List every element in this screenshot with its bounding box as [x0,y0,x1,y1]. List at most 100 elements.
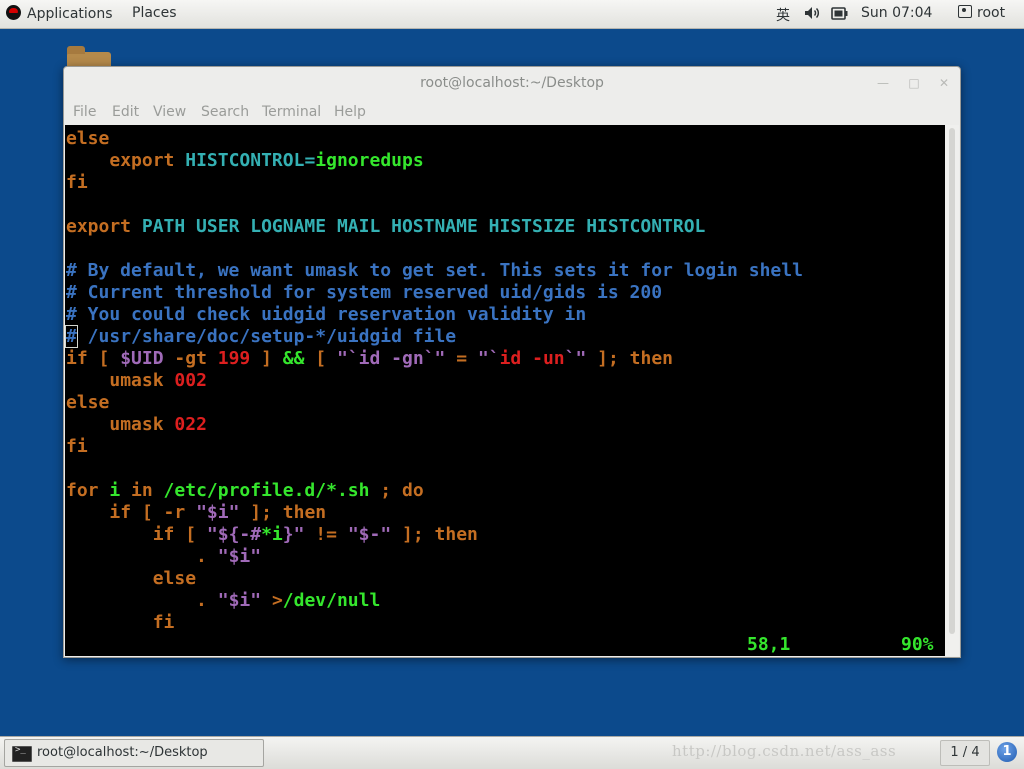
code-token: ] [250,348,283,369]
taskbar-window-label: root@localhost:~/Desktop [37,745,208,760]
code-line: # By default, we want umask to get set. … [66,260,803,282]
code-line: export HISTCONTROL=ignoredups [66,150,803,172]
code-token: if [152,524,175,545]
places-menu[interactable]: Places [132,5,177,21]
code-token: # By default, we want umask to get set. … [66,260,803,281]
code-token: "` [477,348,500,369]
code-token: "${-# [206,524,262,545]
scrollbar[interactable] [945,125,959,656]
menu-view[interactable]: View [153,104,186,120]
code-token: export [109,150,175,171]
power-battery-icon[interactable] [831,5,849,22]
scrollbar-thumb[interactable] [949,128,955,634]
code-line: fi [66,172,803,194]
code-token: `" [423,348,446,369]
code-token: ]; [586,348,630,369]
code-token: id -un [499,348,565,369]
code-token: else [66,128,110,149]
user-menu[interactable]: root [958,5,1005,21]
code-line: . "$i" >/dev/null [66,590,803,612]
code-token: }" [282,524,305,545]
code-line: if [ $UID -gt 199 ] && [ "`id -gn`" = "`… [66,348,803,370]
code-line: if [ -r "$i" ]; then [66,502,803,524]
code-line: else [66,128,803,150]
code-token: "` [336,348,359,369]
code-token: then [282,502,327,523]
code-token: [ -r [131,502,197,523]
user-icon [958,5,972,18]
code-token: 002 [174,370,207,391]
workspace-indicator[interactable]: 1 / 4 [940,740,990,766]
code-token: fi [66,436,88,457]
code-token: do [401,480,424,501]
code-line: else [66,392,803,414]
code-token: ]; [391,524,435,545]
watermark-text: http://blog.csdn.net/ass_ass [672,742,897,760]
code-line: . "$i" [66,546,803,568]
code-token: in [131,480,153,501]
code-token: else [66,392,110,413]
code-token: != [304,524,348,545]
menu-edit[interactable]: Edit [112,104,139,120]
close-button[interactable]: ✕ [937,76,951,90]
input-method-indicator[interactable]: 英 [776,5,790,25]
code-line: # You could check uidgid reservation val… [66,304,803,326]
code-token: umask [109,414,164,435]
code-token: -gt [163,348,218,369]
code-token: /etc/profile.d/*.sh [152,480,381,501]
window-titlebar[interactable]: root@localhost:~/Desktop — □ ✕ [64,67,960,99]
code-token: 199 [217,348,251,369]
menu-terminal[interactable]: Terminal [262,104,321,120]
code-token: # You could check uidgid reservation val… [66,304,587,325]
terminal-area[interactable]: else export HISTCONTROL=ignoredups fi expo… [65,125,945,656]
redhat-logo-icon [6,5,21,20]
code-token: fi [66,172,88,193]
volume-icon[interactable] [803,4,821,22]
code-token: > [271,590,283,611]
notification-icon[interactable]: 1 [997,742,1017,762]
menu-search[interactable]: Search [201,104,249,120]
code-token: /dev/null [282,590,381,611]
code-token: then [629,348,674,369]
code-token: then [434,524,478,545]
maximize-button[interactable]: □ [907,76,921,90]
code-token: = [304,150,316,171]
applications-menu[interactable]: Applications [6,5,113,22]
taskbar-window-button[interactable]: root@localhost:~/Desktop [4,739,264,767]
scroll-percent: 90% [901,634,934,655]
code-token: "$i" [217,546,262,567]
code-token: 022 [174,414,207,435]
code-token: $UID [120,348,164,369]
code-token: [ [87,348,121,369]
code-token: i [98,480,132,501]
code-token: ignoredups [315,150,424,171]
vim-buffer: else export HISTCONTROL=ignoredups fi expo… [65,128,803,634]
code-line: # /usr/share/doc/setup-*/uidgid file [65,325,803,348]
minimize-button[interactable]: — [876,76,890,90]
code-token: . [196,590,207,611]
menu-help[interactable]: Help [334,104,366,120]
code-token: umask [109,370,164,391]
top-panel: Applications Places 英 Sun 07:04 root [0,0,1024,29]
code-token: if [66,348,88,369]
code-token: *i [261,524,283,545]
code-token: && [282,348,305,369]
menu-file[interactable]: File [73,104,96,120]
clock[interactable]: Sun 07:04 [861,5,932,21]
